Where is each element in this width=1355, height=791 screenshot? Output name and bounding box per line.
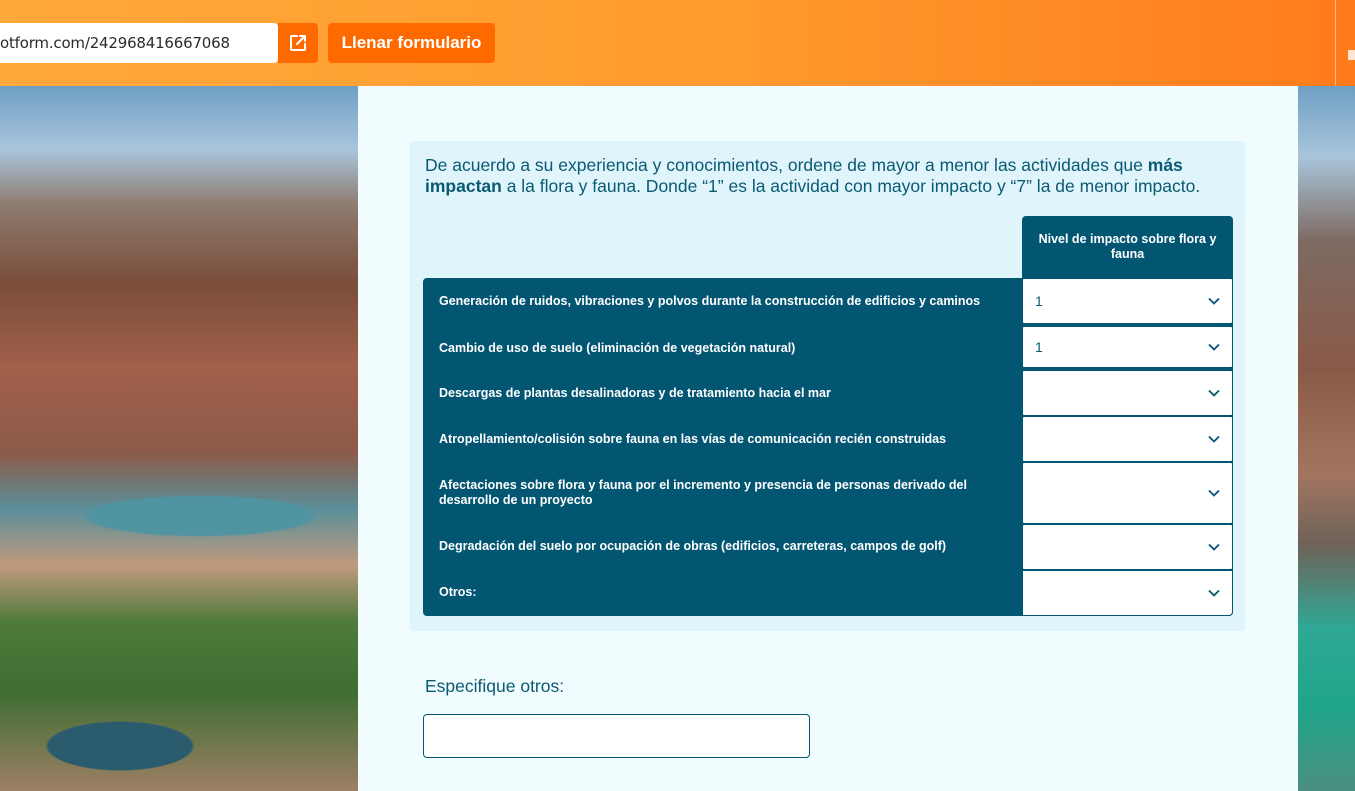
- chevron-down-icon: [1208, 343, 1220, 351]
- question-text-part: a la flora y fauna. Donde “1” es la acti…: [501, 176, 1201, 196]
- matrix-row-label: Cambio de uso de suelo (eliminación de v…: [439, 341, 796, 355]
- other-label: Especifique otros:: [425, 676, 565, 696]
- impact-level-value: 1: [1035, 293, 1043, 309]
- chevron-down-icon: [1208, 589, 1220, 597]
- top-bar: otform.com/242968416667068 Llenar formul…: [0, 0, 1355, 86]
- impact-level-select[interactable]: [1022, 462, 1233, 524]
- toolbar-edge-icon: [1348, 50, 1355, 60]
- background-landscape-left: [0, 86, 358, 791]
- ranking-matrix: Generación de ruidos, vibraciones y polv…: [423, 278, 1233, 616]
- form-url-field[interactable]: otform.com/242968416667068: [0, 23, 278, 63]
- matrix-row: Degradación del suelo por ocupación de o…: [423, 524, 1233, 570]
- other-input[interactable]: [423, 714, 810, 758]
- impact-level-select[interactable]: 1: [1022, 326, 1233, 368]
- impact-level-value: 1: [1035, 339, 1043, 355]
- matrix-row-label: Descargas de plantas desalinadoras y de …: [439, 386, 831, 400]
- chevron-down-icon: [1208, 435, 1220, 443]
- matrix-row: Afectaciones sobre flora y fauna por el …: [423, 462, 1233, 524]
- impact-level-select[interactable]: 1: [1022, 278, 1233, 324]
- matrix-row: Generación de ruidos, vibraciones y polv…: [423, 278, 1233, 324]
- fill-form-button[interactable]: Llenar formulario: [328, 23, 495, 63]
- chevron-down-icon: [1208, 297, 1220, 305]
- background-landscape-right: [1298, 86, 1355, 791]
- matrix-row-label: Atropellamiento/colisión sobre fauna en …: [439, 432, 947, 446]
- impact-level-select[interactable]: [1022, 570, 1233, 616]
- matrix-row: Cambio de uso de suelo (eliminación de v…: [423, 326, 1233, 370]
- impact-level-select[interactable]: [1022, 370, 1233, 416]
- chevron-down-icon: [1208, 389, 1220, 397]
- open-link-button[interactable]: [278, 23, 318, 63]
- matrix-row-label: Generación de ruidos, vibraciones y polv…: [439, 294, 981, 308]
- matrix-column-header: Nivel de impacto sobre flora y fauna: [1022, 216, 1233, 278]
- matrix-row-label: Degradación del suelo por ocupación de o…: [439, 539, 947, 553]
- toolbar-divider: [1335, 0, 1336, 86]
- external-link-icon: [290, 35, 306, 51]
- form-url-text: otform.com/242968416667068: [0, 34, 230, 52]
- chevron-down-icon: [1208, 489, 1220, 497]
- chevron-down-icon: [1208, 543, 1220, 551]
- matrix-row: Otros:: [423, 570, 1233, 616]
- matrix-row-label: Otros:: [439, 585, 477, 599]
- matrix-row: Atropellamiento/colisión sobre fauna en …: [423, 416, 1233, 462]
- question-text: De acuerdo a su experiencia y conocimien…: [425, 155, 1225, 197]
- impact-level-select[interactable]: [1022, 524, 1233, 570]
- matrix-row-label: Afectaciones sobre flora y fauna por el …: [439, 478, 967, 507]
- question-text-part: De acuerdo a su experiencia y conocimien…: [425, 155, 1148, 175]
- impact-level-select[interactable]: [1022, 416, 1233, 462]
- matrix-row: Descargas de plantas desalinadoras y de …: [423, 370, 1233, 416]
